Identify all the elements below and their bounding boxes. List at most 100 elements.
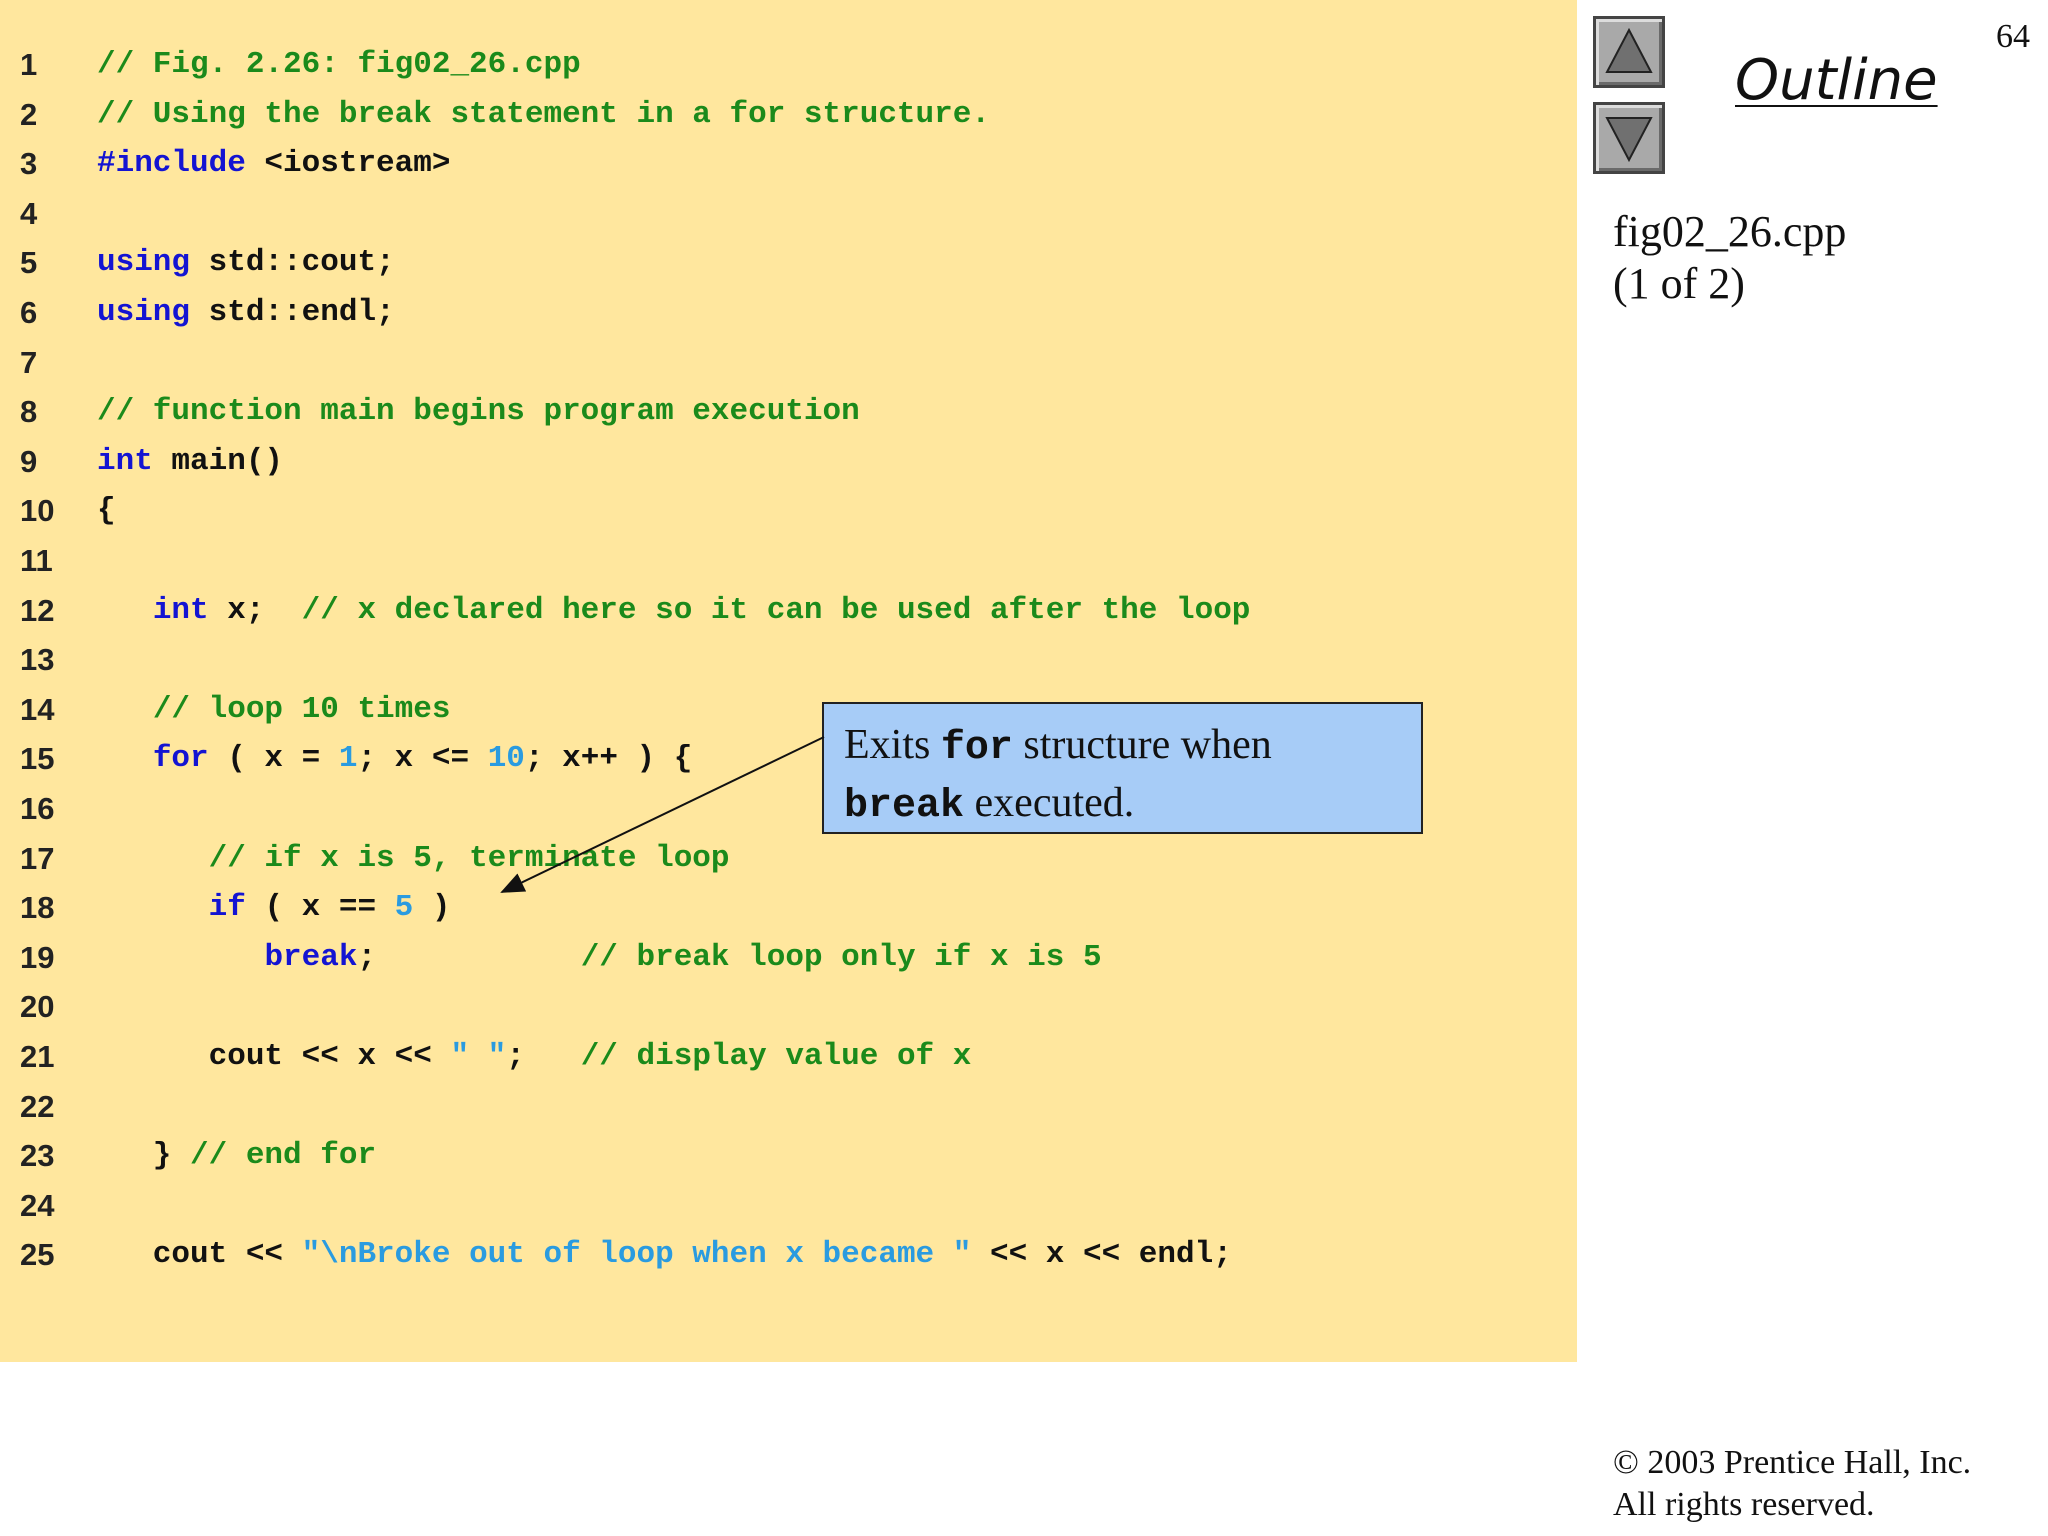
code-text: cout << "\nBroke out of loop when x beca…: [97, 1230, 1232, 1280]
code-token-plain: <iostream>: [245, 146, 451, 182]
code-token-plain: }: [97, 1138, 191, 1174]
page-number: 64: [1996, 18, 2030, 55]
line-number: 23: [20, 1138, 55, 1174]
code-token-plain: ( x ==: [245, 890, 395, 926]
line-number: 4: [20, 195, 38, 231]
line-number: 18: [20, 890, 55, 926]
code-token-comment: // Using the break statement in a for st…: [97, 96, 990, 132]
code-text: {: [97, 486, 116, 536]
code-token-plain: ( x =: [208, 741, 339, 777]
code-text: int main(): [97, 437, 283, 487]
code-token-number: 10: [487, 741, 525, 777]
line-number: 14: [20, 691, 55, 727]
code-line: 25 cout << "\nBroke out of loop when x b…: [0, 1230, 1577, 1280]
scroll-down-button[interactable]: [1593, 102, 1665, 174]
code-token-comment: // if x is 5, terminate loop: [208, 840, 730, 876]
code-token-number: 1: [338, 741, 358, 777]
line-number: 15: [20, 741, 55, 777]
code-token-keyword: if: [208, 890, 246, 926]
code-token-comment: // function main begins program executio…: [97, 394, 860, 430]
line-number: 17: [20, 840, 55, 876]
code-token-number: 5: [394, 890, 414, 926]
code-line: 12 int x; // x declared here so it can b…: [0, 586, 1577, 636]
code-token-comment: // display value of x: [580, 1039, 972, 1074]
code-panel: 1 // Fig. 2.26: fig02_26.cpp 2 // Using the…: [0, 0, 1577, 1362]
line-number: 5: [20, 245, 38, 281]
code-text: cout << x << " "; // display value of x: [97, 1032, 972, 1082]
code-text: for ( x = 1; x <= 10; x++ ) {: [97, 734, 693, 784]
code-token-comment: // Fig. 2.26: fig02_26.cpp: [97, 47, 581, 82]
code-line: 22: [0, 1082, 1577, 1132]
line-number: 8: [20, 394, 38, 430]
code-text: // if x is 5, terminate loop: [97, 834, 730, 884]
code-token-keyword: using: [97, 245, 191, 281]
code-text: break; // break loop only if x is 5: [97, 933, 1102, 983]
code-token-keyword: int: [97, 443, 153, 479]
code-text: if ( x == 5 ): [97, 883, 451, 933]
line-number: 10: [20, 493, 55, 529]
code-token-plain: << x << endl;: [971, 1237, 1232, 1273]
code-token-comment: // loop 10 times: [152, 691, 451, 727]
line-number: 20: [20, 989, 55, 1025]
code-token-plain: main(): [152, 443, 284, 479]
code-token-keyword: for: [152, 741, 209, 777]
code-text: using std::cout;: [97, 238, 395, 288]
line-number: 21: [20, 1039, 55, 1074]
code-line: 1 // Fig. 2.26: fig02_26.cpp: [0, 40, 1577, 90]
file-name: fig02_26.cpp: [1613, 207, 1847, 256]
code-text: #include <iostream>: [97, 139, 450, 189]
code-token-plain: {: [97, 493, 116, 529]
line-number: 1: [20, 47, 38, 82]
code-text: using std::endl;: [97, 288, 395, 338]
code-line: 24: [0, 1181, 1577, 1231]
line-number: 16: [20, 791, 55, 826]
code-token-plain: ; x <=: [357, 741, 488, 777]
outline-title[interactable]: Outline: [1735, 48, 1938, 113]
scroll-up-button[interactable]: [1593, 16, 1665, 88]
code-token-comment: // break loop only if x is 5: [580, 939, 1102, 975]
callout-text-1: Exits: [844, 722, 941, 768]
code-line: 7: [0, 338, 1577, 388]
rights-notice: All rights reserved.: [1613, 1486, 1875, 1523]
code-line: 13: [0, 635, 1577, 685]
triangle-down-icon: [1605, 117, 1653, 163]
callout-keyword-break: break: [844, 784, 965, 829]
line-number: 11: [20, 543, 53, 578]
code-token-string: " ": [450, 1039, 507, 1074]
code-line: 11: [0, 536, 1577, 586]
code-line: 8 // function main begins program executi…: [0, 387, 1577, 437]
line-number: 13: [20, 642, 55, 678]
code-line: 2 // Using the break statement in a for s…: [0, 90, 1577, 140]
callout-text-2: structure when: [1012, 722, 1272, 768]
line-number: 7: [20, 344, 38, 380]
triangle-up-icon: [1605, 27, 1653, 73]
code-token-keyword: #include: [97, 146, 246, 182]
code-line: 17 // if x is 5, terminate loop: [0, 834, 1577, 884]
copyright-notice: © 2003 Prentice Hall, Inc.: [1613, 1444, 1972, 1481]
code-line: 4: [0, 189, 1577, 239]
line-number: 25: [20, 1237, 55, 1273]
code-line: 3 #include <iostream>: [0, 139, 1577, 189]
code-line: 20: [0, 982, 1577, 1032]
code-token-plain: std::endl;: [190, 295, 395, 330]
code-token-plain: ;: [506, 1039, 581, 1074]
code-token-comment: // end for: [190, 1138, 377, 1174]
code-token-keyword: using: [97, 295, 191, 330]
code-token-keyword: int: [152, 592, 209, 628]
code-token-plain: ): [413, 890, 451, 926]
code-token-plain: ;: [357, 939, 581, 975]
code-text: // Using the break statement in a for st…: [97, 90, 990, 140]
code-text: // function main begins program executio…: [97, 387, 860, 437]
line-number: 19: [20, 939, 55, 975]
code-line: 19 break; // break loop only if x is 5: [0, 933, 1577, 983]
code-text: int x; // x declared here so it can be u…: [97, 586, 1251, 636]
code-token-plain: cout <<: [97, 1237, 302, 1273]
code-text: // Fig. 2.26: fig02_26.cpp: [97, 40, 581, 90]
code-token-string: "\nBroke out of loop when x became ": [301, 1237, 972, 1273]
code-line: 5 using std::cout;: [0, 238, 1577, 288]
